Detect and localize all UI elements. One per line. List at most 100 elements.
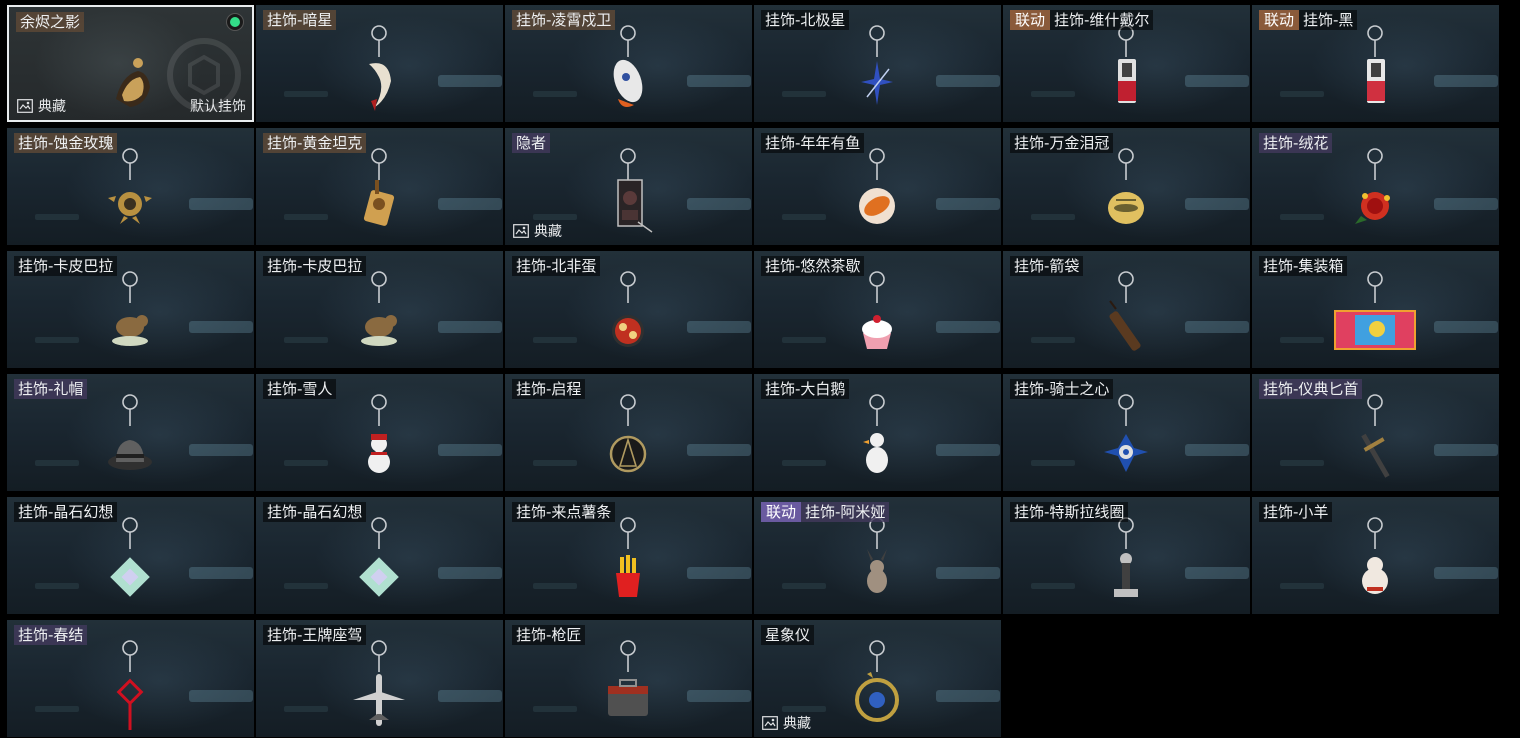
compass-medal-icon	[609, 394, 647, 473]
charm-card[interactable]: 挂饰-晶石幻想	[256, 497, 503, 614]
charm-card[interactable]: 挂饰-仪典匕首	[1252, 374, 1499, 491]
charm-card[interactable]: 挂饰-启程	[505, 374, 752, 491]
charm-card[interactable]: 挂饰-特斯拉线圈	[1003, 497, 1250, 614]
charm-card[interactable]: 挂饰-骑士之心	[1003, 374, 1250, 491]
background-light-streak	[438, 198, 502, 210]
background-light-streak	[1031, 460, 1075, 466]
charm-name: 星象仪	[761, 625, 815, 645]
background-light-streak	[533, 583, 577, 589]
charm-title: 挂饰-来点薯条	[512, 502, 616, 522]
charm-name: 挂饰-王牌座驾	[263, 625, 367, 645]
background-light-streak	[438, 690, 502, 702]
charm-card[interactable]: 挂饰-晶石幻想	[7, 497, 254, 614]
charm-card[interactable]: 挂饰-集装箱	[1252, 251, 1499, 368]
charm-card[interactable]: 挂饰-箭袋	[1003, 251, 1250, 368]
background-light-streak	[35, 460, 79, 466]
charm-card[interactable]: 星象仪 典藏	[754, 620, 1001, 737]
background-light-streak	[1185, 567, 1249, 579]
background-light-streak	[687, 75, 751, 87]
charm-title: 星象仪	[761, 625, 815, 645]
charm-card[interactable]: 联动 挂饰-黑	[1252, 5, 1499, 122]
collection-icon	[513, 224, 529, 238]
charm-card[interactable]: 挂饰-王牌座驾	[256, 620, 503, 737]
charm-card[interactable]: 余烬之影 默认挂饰 典藏	[7, 5, 254, 122]
lamb-icon	[1362, 517, 1388, 594]
charm-title: 隐者	[512, 133, 551, 153]
charm-card[interactable]: 挂饰-大白鹅	[754, 374, 1001, 491]
charm-card[interactable]: 挂饰-小羊	[1252, 497, 1499, 614]
dagger-icon	[1361, 394, 1390, 478]
collection-icon	[762, 716, 778, 730]
charm-card[interactable]: 联动 挂饰-阿米娅	[754, 497, 1001, 614]
background-light-streak	[284, 91, 328, 97]
background-light-streak	[438, 444, 502, 456]
shakshuka-icon	[612, 271, 644, 347]
charm-name: 挂饰-暗星	[263, 10, 337, 30]
toolbox-icon	[608, 640, 648, 716]
container-icon	[1334, 271, 1416, 350]
background-light-streak	[284, 337, 328, 343]
charm-card[interactable]: 挂饰-黄金坦克	[256, 128, 503, 245]
background-light-streak	[936, 198, 1000, 210]
charm-name: 挂饰-卡皮巴拉	[263, 256, 367, 276]
charm-card[interactable]: 挂饰-绒花	[1252, 128, 1499, 245]
background-light-streak	[35, 706, 79, 712]
charm-card[interactable]: 挂饰-凌霄戍卫	[505, 5, 752, 122]
fedora-hat-icon	[108, 394, 152, 470]
charm-card[interactable]: 挂饰-礼帽	[7, 374, 254, 491]
charm-card[interactable]: 挂饰-年年有鱼	[754, 128, 1001, 245]
charm-title: 挂饰-礼帽	[14, 379, 88, 399]
background-light-streak	[189, 690, 253, 702]
gun-charm-icon	[1367, 25, 1385, 103]
background-light-streak	[936, 321, 1000, 333]
charm-title: 挂饰-箭袋	[1010, 256, 1084, 276]
charm-card[interactable]: 联动 挂饰-维什戴尔	[1003, 5, 1250, 122]
gold-rose-icon	[108, 148, 152, 224]
background-light-streak	[1280, 91, 1324, 97]
background-light-streak	[782, 583, 826, 589]
background-light-streak	[35, 583, 79, 589]
charm-title: 挂饰-绒花	[1259, 133, 1333, 153]
charm-name: 挂饰-大白鹅	[761, 379, 850, 399]
charm-name: 挂饰-卡皮巴拉	[14, 256, 118, 276]
capybara-icon	[361, 271, 397, 346]
charm-card[interactable]: 挂饰-北非蛋	[505, 251, 752, 368]
background-light-streak	[782, 706, 826, 712]
gold-crown-icon	[1108, 148, 1144, 224]
charm-name: 挂饰-年年有鱼	[761, 133, 865, 153]
charm-title: 挂饰-年年有鱼	[761, 133, 865, 153]
knight-cross-icon	[1104, 394, 1148, 472]
background-light-streak	[1185, 321, 1249, 333]
charm-card[interactable]: 挂饰-蚀金玫瑰	[7, 128, 254, 245]
charm-card[interactable]: 挂饰-万金泪冠	[1003, 128, 1250, 245]
charm-title: 联动 挂饰-黑	[1259, 10, 1358, 30]
charm-card[interactable]: 挂饰-卡皮巴拉	[7, 251, 254, 368]
gold-tank-icon	[363, 148, 395, 226]
charm-card[interactable]: 挂饰-雪人	[256, 374, 503, 491]
charm-title: 挂饰-万金泪冠	[1010, 133, 1114, 153]
background-light-streak	[1434, 198, 1498, 210]
background-light-streak	[1031, 337, 1075, 343]
charm-card[interactable]: 挂饰-卡皮巴拉	[256, 251, 503, 368]
charm-title: 挂饰-北极星	[761, 10, 850, 30]
background-light-streak	[687, 690, 751, 702]
charm-title: 挂饰-北非蛋	[512, 256, 601, 276]
charm-card[interactable]: 挂饰-暗星	[256, 5, 503, 122]
charm-name: 挂饰-晶石幻想	[14, 502, 118, 522]
background-light-streak	[533, 91, 577, 97]
north-star-icon	[861, 25, 893, 105]
background-light-streak	[1280, 583, 1324, 589]
background-light-streak	[438, 75, 502, 87]
charm-title: 挂饰-卡皮巴拉	[14, 256, 118, 276]
charm-title: 挂饰-春结	[14, 625, 88, 645]
charm-card[interactable]: 挂饰-来点薯条	[505, 497, 752, 614]
background-light-streak	[1185, 444, 1249, 456]
charm-title: 挂饰-卡皮巴拉	[263, 256, 367, 276]
background-light-streak	[1185, 75, 1249, 87]
charm-card[interactable]: 挂饰-悠然茶歇	[754, 251, 1001, 368]
charm-card[interactable]: 挂饰-枪匠	[505, 620, 752, 737]
charm-card[interactable]: 挂饰-春结	[7, 620, 254, 737]
charm-card[interactable]: 挂饰-北极星	[754, 5, 1001, 122]
background-light-streak	[936, 690, 1000, 702]
charm-card[interactable]: 隐者 典藏	[505, 128, 752, 245]
